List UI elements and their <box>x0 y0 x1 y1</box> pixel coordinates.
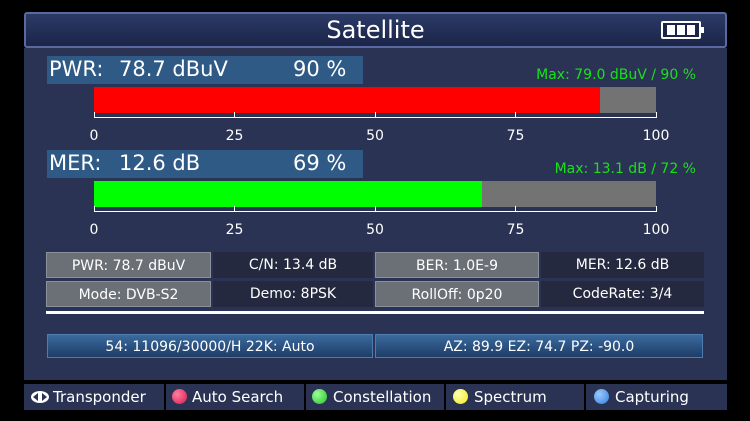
stat-cn: C/N: 13.4 dB <box>213 252 373 278</box>
pwr-percent: 90 % <box>293 57 347 81</box>
mer-max: Max: 13.1 dB / 72 % <box>554 161 696 177</box>
spectrum-button[interactable]: Spectrum <box>446 384 584 410</box>
mer-scale-tick <box>234 206 235 212</box>
signal-panel: PWR: 78.7 dBuV 90 % Max: 79.0 dBuV / 90 … <box>24 48 727 380</box>
pwr-scale-tick-label: 75 <box>506 128 525 144</box>
mer-percent: 69 % <box>293 151 347 175</box>
function-key-bar: Transponder Auto Search Constellation Sp… <box>24 384 727 410</box>
satellite-screen: Satellite PWR: 78.7 dBuV 90 % Max: 79.0 … <box>0 0 750 421</box>
stat-pwr: PWR: 78.7 dBuV <box>46 252 211 278</box>
red-key-icon <box>172 389 187 404</box>
dpad-left-right-icon <box>31 391 49 403</box>
pwr-scale-tick <box>655 112 657 118</box>
pwr-scale-tick <box>515 112 516 118</box>
stat-mode: Mode: DVB-S2 <box>46 281 211 307</box>
battery-cell-1 <box>667 25 675 35</box>
mer-scale-tick <box>374 206 376 212</box>
pwr-scale-tick-label: 100 <box>642 128 670 144</box>
battery-cell-3 <box>687 25 695 35</box>
auto-search-label: Auto Search <box>192 388 284 406</box>
constellation-label: Constellation <box>333 388 432 406</box>
pwr-max: Max: 79.0 dBuV / 90 % <box>536 67 696 83</box>
page-title: Satellite <box>326 16 425 44</box>
pwr-scale-tick-label: 25 <box>225 128 244 144</box>
pwr-readout: PWR: 78.7 dBuV 90 % <box>47 56 363 84</box>
mer-label: MER: <box>49 151 102 175</box>
pwr-label: PWR: <box>49 57 104 81</box>
stat-ber: BER: 1.0E-9 <box>375 252 539 278</box>
title-bar: Satellite <box>24 12 727 48</box>
mer-bar <box>94 181 656 207</box>
mer-scale-tick <box>515 206 516 212</box>
mer-scale-tick-label: 50 <box>366 222 384 238</box>
mer-scale-tick <box>655 206 657 212</box>
pwr-scale-tick-label: 50 <box>366 128 384 144</box>
pwr-bar-fill <box>94 87 600 113</box>
stat-rolloff: RollOff: 0p20 <box>375 281 539 307</box>
mer-scale-tick-label: 25 <box>225 222 244 238</box>
constellation-button[interactable]: Constellation <box>306 384 444 410</box>
stat-mer: MER: 12.6 dB <box>541 252 704 278</box>
pwr-scale-tick <box>93 112 95 118</box>
auto-search-button[interactable]: Auto Search <box>166 384 304 410</box>
mer-bar-fill <box>94 181 482 207</box>
transponder-label: Transponder <box>53 388 146 406</box>
pwr-scale-tick <box>234 112 235 118</box>
antenna-info: AZ: 89.9 EZ: 74.7 PZ: -90.0 <box>375 334 703 358</box>
capturing-label: Capturing <box>615 388 689 406</box>
mer-readout: MER: 12.6 dB 69 % <box>47 150 363 178</box>
pwr-value: 78.7 dBuV <box>119 57 228 81</box>
battery-icon <box>661 21 704 39</box>
yellow-key-icon <box>453 389 468 404</box>
green-key-icon <box>312 389 327 404</box>
battery-cell-2 <box>677 25 685 35</box>
capturing-button[interactable]: Capturing <box>586 384 725 410</box>
divider <box>46 311 704 314</box>
mer-scale-tick-label: 0 <box>89 222 99 238</box>
stat-demo: Demo: 8PSK <box>213 281 373 307</box>
transponder-button[interactable]: Transponder <box>26 384 164 410</box>
transponder-info[interactable]: 54: 11096/30000/H 22K: Auto <box>47 334 373 358</box>
mer-scale-tick <box>93 206 95 212</box>
spectrum-label: Spectrum <box>474 388 547 406</box>
pwr-scale-tick-label: 0 <box>89 128 99 144</box>
pwr-bar <box>94 87 656 113</box>
pwr-scale-tick <box>374 112 376 118</box>
mer-value: 12.6 dB <box>119 151 201 175</box>
mer-scale-tick-label: 100 <box>642 222 670 238</box>
stat-coderate: CodeRate: 3/4 <box>541 281 704 307</box>
mer-scale-tick-label: 75 <box>506 222 525 238</box>
blue-key-icon <box>594 389 609 404</box>
